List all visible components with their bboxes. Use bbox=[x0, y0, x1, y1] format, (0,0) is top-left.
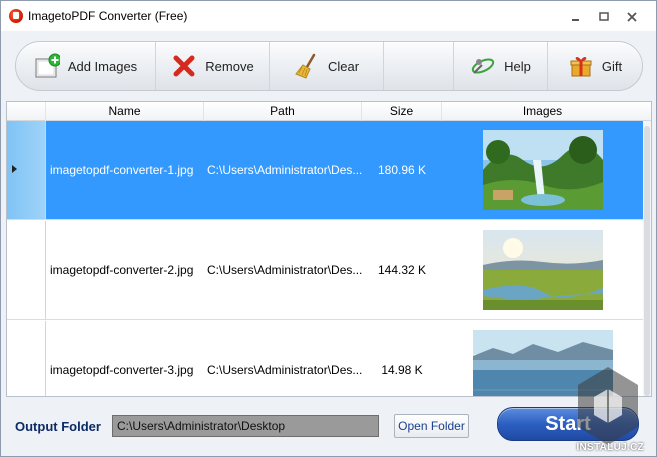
forest-waterfall-thumbnail bbox=[482, 130, 603, 210]
file-grid: Name Path Size Images imagetopdf-convert… bbox=[6, 101, 652, 397]
title-bar: ImagetoPDF Converter (Free) bbox=[1, 1, 656, 31]
column-header-images[interactable]: Images bbox=[442, 102, 643, 121]
column-header-size[interactable]: Size bbox=[362, 102, 442, 121]
help-button[interactable]: Help bbox=[454, 42, 548, 90]
file-size-cell: 14.98 K bbox=[381, 363, 423, 377]
table-row[interactable]: imagetopdf-converter-3.jpg C:\Users\Admi… bbox=[7, 321, 643, 396]
file-name-cell: imagetopdf-converter-3.jpg bbox=[50, 363, 194, 377]
minimize-button[interactable] bbox=[562, 9, 590, 25]
window-controls bbox=[562, 9, 646, 25]
thumbnail-cell bbox=[442, 321, 643, 396]
close-icon bbox=[627, 12, 637, 22]
help-label: Help bbox=[504, 58, 531, 74]
row-header-corner bbox=[7, 102, 46, 121]
add-images-label: Add Images bbox=[67, 58, 138, 74]
grid-vertical-scrollbar[interactable] bbox=[643, 121, 651, 396]
help-icon bbox=[470, 53, 496, 79]
column-header-path[interactable]: Path bbox=[204, 102, 362, 121]
lake-mountains-thumbnail bbox=[472, 330, 613, 396]
current-row-arrow-icon bbox=[12, 165, 17, 173]
app-logo-icon bbox=[9, 9, 23, 23]
column-header-name[interactable]: Name bbox=[46, 102, 204, 121]
app-window: ImagetoPDF Converter (Free) Add Images R… bbox=[0, 0, 657, 457]
close-button[interactable] bbox=[618, 9, 646, 25]
remove-button[interactable]: Remove bbox=[156, 42, 270, 90]
toolbar: Add Images Remove Clear Help Gift bbox=[15, 41, 643, 91]
gift-label: Gift bbox=[601, 58, 623, 74]
table-row[interactable]: imagetopdf-converter-1.jpg C:\Users\Admi… bbox=[7, 121, 643, 220]
add-image-icon bbox=[34, 53, 60, 79]
file-name-cell: imagetopdf-converter-1.jpg bbox=[50, 163, 194, 177]
thumbnail-cell bbox=[442, 221, 643, 319]
output-folder-field[interactable]: C:\Users\Administrator\Desktop bbox=[112, 415, 379, 437]
row-selector[interactable] bbox=[7, 321, 46, 396]
remove-label: Remove bbox=[205, 58, 254, 74]
clear-button[interactable]: Clear bbox=[270, 42, 384, 90]
table-row[interactable]: imagetopdf-converter-2.jpg C:\Users\Admi… bbox=[7, 221, 643, 320]
minimize-icon bbox=[572, 19, 579, 21]
open-folder-button[interactable]: Open Folder bbox=[394, 414, 469, 438]
row-selector[interactable] bbox=[7, 121, 46, 219]
file-path-cell: C:\Users\Administrator\Des... bbox=[207, 363, 362, 377]
file-path-cell: C:\Users\Administrator\Des... bbox=[207, 163, 362, 177]
remove-x-icon bbox=[171, 53, 197, 79]
add-images-button[interactable]: Add Images bbox=[16, 42, 156, 90]
clear-label: Clear bbox=[327, 58, 360, 74]
file-name-cell: imagetopdf-converter-2.jpg bbox=[50, 263, 194, 277]
toolbar-spacer bbox=[384, 42, 454, 90]
row-selector[interactable] bbox=[7, 221, 46, 319]
thumbnail-cell bbox=[442, 121, 643, 219]
file-size-cell: 144.32 K bbox=[377, 263, 427, 277]
file-path-cell: C:\Users\Administrator\Des... bbox=[207, 263, 362, 277]
grid-header: Name Path Size Images bbox=[7, 102, 651, 121]
maximize-icon bbox=[599, 12, 609, 21]
meadow-river-thumbnail bbox=[482, 230, 603, 310]
start-button[interactable]: Start bbox=[497, 407, 639, 441]
maximize-button[interactable] bbox=[590, 9, 618, 25]
gift-button[interactable]: Gift bbox=[548, 42, 642, 90]
gift-icon bbox=[568, 53, 594, 79]
file-size-cell: 180.96 K bbox=[377, 163, 427, 177]
broom-icon bbox=[294, 53, 320, 79]
scrollbar-thumb[interactable] bbox=[644, 126, 650, 396]
watermark-text: INSTALUJ.CZ bbox=[576, 442, 644, 453]
output-folder-label: Output Folder bbox=[15, 419, 101, 434]
window-title: ImagetoPDF Converter (Free) bbox=[28, 9, 188, 23]
